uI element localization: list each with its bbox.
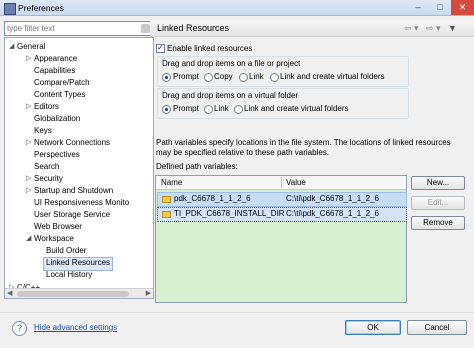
tree-item-content-types[interactable]: Content Types <box>34 89 85 101</box>
file-drop-group-title: Drag and drop items on a file or project <box>162 59 301 68</box>
tree-item-perspectives[interactable]: Perspectives <box>34 149 80 161</box>
forward-icon[interactable]: ⇨ <box>426 23 434 34</box>
file-drop-link-virtual-label[interactable]: Link and create virtual folders <box>280 72 385 81</box>
scroll-right-icon[interactable]: ▶ <box>146 289 151 297</box>
forward-menu-icon[interactable]: ▾ <box>436 23 441 34</box>
folder-drop-link-virtual-label[interactable]: Link and create virtual folders <box>244 104 349 113</box>
collapse-arrow-icon[interactable]: ◢ <box>9 41 14 53</box>
filter-field[interactable] <box>4 21 154 36</box>
cancel-button[interactable]: Cancel <box>407 320 467 335</box>
expand-arrow-icon[interactable]: ▷ <box>26 53 31 65</box>
folder-drop-prompt-label[interactable]: Prompt <box>173 104 199 113</box>
dialog-footer: ? Hide advanced settings OK Cancel <box>0 312 474 348</box>
path-variables-table[interactable]: Name Value pdk_C6678_1_1_2_6 C:\ti\pdk_C… <box>155 175 407 303</box>
file-drop-copy-radio[interactable] <box>204 73 213 82</box>
remove-variable-button[interactable]: Remove <box>411 216 465 230</box>
description-line-2: may be specified relative to these path … <box>156 148 329 157</box>
expand-arrow-icon[interactable]: ▷ <box>26 173 31 185</box>
row-value: C:\ti\pdk_C6678_1_1_2_6 <box>286 194 379 203</box>
tree-item-workspace[interactable]: ◢ Workspace <box>26 233 74 245</box>
file-drop-copy-label[interactable]: Copy <box>214 72 233 81</box>
tree-item-security[interactable]: ▷ Security <box>26 173 63 185</box>
back-icon[interactable]: ⇦ <box>404 23 412 34</box>
folder-drop-group-title: Drag and drop items on a virtual folder <box>162 91 299 100</box>
column-divider[interactable] <box>281 177 282 188</box>
file-drop-prompt-radio[interactable] <box>162 73 171 82</box>
folder-drop-link-radio[interactable] <box>204 105 213 114</box>
file-drop-link-label[interactable]: Link <box>249 72 264 81</box>
preferences-tree[interactable]: ◢ General ▷ Appearance Capabilities Compar… <box>4 37 154 299</box>
tree-item-web-browser[interactable]: Web Browser <box>34 221 82 233</box>
title-bar: Preferences – □ ✕ <box>0 0 474 16</box>
description-line-1: Path variables specify locations in the … <box>156 138 451 147</box>
file-drop-link-radio[interactable] <box>239 73 248 82</box>
row-name: pdk_C6678_1_1_2_6 <box>174 194 251 203</box>
scrollbar-thumb[interactable] <box>17 291 129 297</box>
expand-arrow-icon[interactable]: ▷ <box>26 185 31 197</box>
tree-item-globalization[interactable]: Globalization <box>34 113 80 125</box>
tree-item-search[interactable]: Search <box>34 161 59 173</box>
folder-icon <box>162 211 171 218</box>
tree-item-build-order[interactable]: Build Order <box>46 245 86 257</box>
window-title: Preferences <box>18 3 64 13</box>
tree-item-ui-responsiveness[interactable]: UI Responsiveness Monito <box>34 197 129 209</box>
back-menu-icon[interactable]: ▾ <box>414 23 419 34</box>
folder-drop-link-label[interactable]: Link <box>214 104 229 113</box>
expand-arrow-icon[interactable]: ▷ <box>26 137 31 149</box>
tree-item-user-storage-service[interactable]: User Storage Service <box>34 209 110 221</box>
tree-item-startup-shutdown[interactable]: ▷ Startup and Shutdown <box>26 185 113 197</box>
folder-icon <box>162 196 171 203</box>
file-drop-prompt-label[interactable]: Prompt <box>173 72 199 81</box>
folder-drop-prompt-radio[interactable] <box>162 105 171 114</box>
minimize-button[interactable]: – <box>407 0 429 15</box>
file-drop-link-virtual-radio[interactable] <box>270 73 279 82</box>
tree-item-editors[interactable]: ▷ Editors <box>26 101 59 113</box>
clear-filter-icon[interactable] <box>141 24 150 33</box>
row-name: TI_PDK_C6678_INSTALL_DIR <box>174 209 285 218</box>
enable-linked-resources-checkbox[interactable] <box>156 43 165 53</box>
tree-item-compare-patch[interactable]: Compare/Patch <box>34 77 90 89</box>
help-icon[interactable]: ? <box>12 321 27 336</box>
collapse-arrow-icon[interactable]: ◢ <box>26 233 31 245</box>
tree-item-general[interactable]: ◢ General <box>9 41 45 53</box>
maximize-button[interactable]: □ <box>429 0 451 15</box>
tree-item-capabilities[interactable]: Capabilities <box>34 65 75 77</box>
row-value: C:\ti\pdk_C6678_1_1_2_6 <box>286 209 379 218</box>
filter-input[interactable] <box>7 22 137 35</box>
page-header: Linked Resources ⇦ ▾ ⇨ ▾ ▼ <box>150 20 474 37</box>
edit-variable-button[interactable]: Edit... <box>411 196 465 210</box>
tree-item-appearance[interactable]: ▷ Appearance <box>26 53 77 65</box>
enable-linked-resources-label[interactable]: Enable linked resources <box>167 44 252 53</box>
column-header-value[interactable]: Value <box>286 178 306 187</box>
page-title: Linked Resources <box>157 23 230 33</box>
expand-arrow-icon[interactable]: ▷ <box>26 101 31 113</box>
ok-button[interactable]: OK <box>345 320 401 335</box>
column-header-name[interactable]: Name <box>161 178 182 187</box>
close-button[interactable]: ✕ <box>451 0 474 15</box>
tree-item-keys[interactable]: Keys <box>34 125 52 137</box>
table-row[interactable]: pdk_C6678_1_1_2_6 C:\ti\pdk_C6678_1_1_2_… <box>157 192 407 207</box>
table-header: Name Value <box>156 176 406 190</box>
tree-item-local-history[interactable]: Local History <box>46 269 92 281</box>
tree-horizontal-scrollbar[interactable]: ◀ ▶ <box>5 288 153 298</box>
scroll-left-icon[interactable]: ◀ <box>7 289 12 297</box>
tree-item-network-connections[interactable]: ▷ Network Connections <box>26 137 110 149</box>
view-menu-icon[interactable]: ▼ <box>448 23 457 33</box>
hide-advanced-settings-link[interactable]: Hide advanced settings <box>34 323 117 332</box>
folder-drop-link-virtual-radio[interactable] <box>234 105 243 114</box>
table-row[interactable]: TI_PDK_C6678_INSTALL_DIR C:\ti\pdk_C6678… <box>157 207 407 222</box>
new-variable-button[interactable]: New... <box>411 176 465 190</box>
defined-variables-label: Defined path variables: <box>156 162 238 171</box>
app-icon <box>4 3 16 15</box>
